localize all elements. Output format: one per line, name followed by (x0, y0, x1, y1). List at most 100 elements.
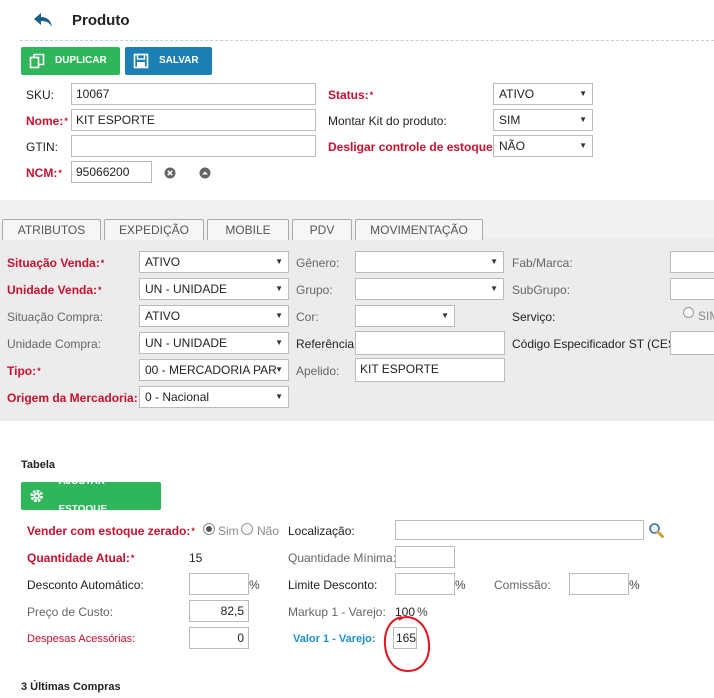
gear-icon (30, 489, 43, 503)
markup-label: Markup 1 - Varejo: (288, 605, 386, 619)
clear-icon[interactable] (164, 167, 176, 179)
status-value: ATIVO (499, 87, 535, 101)
tab-expedicao[interactable]: EXPEDIÇÃO (104, 219, 204, 240)
save-button[interactable]: SALVAR (125, 47, 212, 75)
percent-sign: % (249, 578, 260, 592)
reference-input[interactable] (355, 331, 505, 355)
stock-control-label: Desligar controle de estoque: (328, 140, 501, 154)
service-yes-label: SIM (698, 309, 714, 323)
purchase-unit-label: Unidade Compra: (7, 337, 102, 351)
sale-status-select[interactable]: ATIVO ▼ (139, 251, 289, 273)
cest-input[interactable] (670, 331, 714, 355)
auto-discount-label: Desconto Automático: (27, 578, 144, 592)
kit-label: Montar Kit do produto: (328, 114, 447, 128)
sale-status-label: Situação Venda: (7, 256, 104, 270)
cost-input[interactable]: 82,5 (189, 600, 249, 622)
ncm-input[interactable]: 95066200 (71, 161, 152, 183)
name-input[interactable]: KIT ESPORTE (71, 109, 316, 131)
subgroup-input[interactable] (670, 278, 714, 300)
chevron-down-icon: ▼ (490, 257, 498, 266)
gtin-label: GTIN: (26, 140, 58, 154)
discount-limit-input[interactable] (395, 573, 455, 595)
origin-select[interactable]: 0 - Nacional ▼ (139, 386, 289, 408)
table-section-title: Tabela (21, 459, 56, 471)
color-label: Cor: (296, 310, 319, 324)
adjust-stock-button[interactable]: AJUSTAR ESTOQUE (21, 476, 161, 515)
tab-pdv[interactable]: PDV (292, 219, 352, 240)
purchase-unit-select[interactable]: UN - UNIDADE ▼ (139, 332, 289, 354)
sell-zero-no-label: Não (257, 524, 280, 538)
chevron-down-icon: ▼ (275, 365, 283, 374)
location-input[interactable] (395, 520, 644, 540)
type-label: Tipo: (7, 364, 41, 378)
sale-unit-select[interactable]: UN - UNIDADE ▼ (139, 278, 289, 300)
product-page: Produto DUPLICAR SALVAR SKU: 10067 Nome:… (0, 0, 714, 698)
percent-sign: % (629, 578, 640, 592)
tab-movimentacao[interactable]: MOVIMENTAÇÃO (355, 219, 483, 240)
expand-up-icon[interactable] (199, 167, 211, 179)
current-qty-label: Quantidade Atual: (27, 551, 134, 565)
purchase-status-label: Situação Compra: (7, 310, 104, 324)
gender-select[interactable]: ▼ (355, 251, 504, 273)
chevron-down-icon: ▼ (275, 338, 283, 347)
status-select[interactable]: ATIVO ▼ (493, 83, 593, 105)
search-icon[interactable] (648, 522, 664, 538)
copy-icon (29, 53, 45, 69)
purchase-status-select[interactable]: ATIVO ▼ (139, 305, 289, 327)
location-label: Localização: (288, 524, 355, 538)
nickname-label: Apelido: (296, 364, 340, 378)
chevron-down-icon: ▼ (490, 284, 498, 293)
brand-input[interactable] (670, 251, 714, 273)
purchase-unit-value: UN - UNIDADE (145, 336, 228, 350)
back-arrow-icon[interactable] (32, 11, 54, 29)
auto-discount-input[interactable] (189, 573, 249, 595)
sell-zero-label: Vender com estoque zerado: (27, 524, 195, 538)
group-select[interactable]: ▼ (355, 278, 504, 300)
save-disk-icon (133, 53, 149, 69)
extra-costs-input[interactable]: 0 (189, 627, 249, 649)
gtin-input[interactable] (71, 135, 316, 157)
radio-selected-dot (206, 526, 212, 532)
tab-mobile[interactable]: MOBILE (207, 219, 289, 240)
chevron-down-icon: ▼ (275, 284, 283, 293)
duplicate-label: DUPLICAR (55, 55, 107, 66)
tab-atributos[interactable]: ATRIBUTOS (2, 219, 101, 240)
percent-sign: % (455, 578, 466, 592)
min-qty-label: Quantidade Mínima: (288, 551, 397, 565)
purchase-status-value: ATIVO (145, 309, 181, 323)
sku-input[interactable]: 10067 (71, 83, 316, 105)
sale-unit-label: Unidade Venda: (7, 283, 102, 297)
sku-label: SKU: (26, 88, 55, 102)
chevron-down-icon: ▼ (275, 392, 283, 401)
sell-zero-yes-radio[interactable] (203, 523, 215, 535)
stock-control-select[interactable]: NÃO ▼ (493, 135, 593, 157)
brand-label: Fab/Marca: (512, 256, 573, 270)
gender-label: Gênero: (296, 256, 340, 270)
commission-label: Comissão: (494, 578, 551, 592)
service-label: Serviço: (512, 310, 556, 324)
color-select[interactable]: ▼ (355, 305, 455, 327)
sale-status-value: ATIVO (145, 255, 181, 269)
origin-label: Origem da Mercadoria: (7, 391, 142, 405)
red-circle-annotation (383, 615, 431, 673)
nickname-input[interactable]: KIT ESPORTE (355, 358, 505, 382)
kit-select[interactable]: SIM ▼ (493, 109, 593, 131)
retail-value-label: Valor 1 - Varejo: (293, 633, 376, 645)
extra-costs-label: Despesas Acessórias: (27, 633, 136, 645)
kit-value: SIM (499, 113, 521, 127)
name-label: Nome: (26, 114, 68, 128)
min-qty-input[interactable] (395, 546, 455, 568)
duplicate-button[interactable]: DUPLICAR (21, 47, 120, 75)
ncm-label: NCM: (26, 166, 62, 180)
service-yes-radio[interactable] (683, 307, 694, 318)
chevron-down-icon: ▼ (579, 115, 587, 124)
adjust-stock-label: AJUSTAR ESTOQUE (58, 476, 108, 515)
type-select[interactable]: 00 - MERCADORIA PAR ▼ (139, 359, 289, 381)
commission-input[interactable] (569, 573, 629, 595)
page-title: Produto (72, 12, 130, 29)
chevron-down-icon: ▼ (579, 89, 587, 98)
sell-zero-no-radio[interactable] (241, 523, 253, 535)
reference-label: Referência: (296, 337, 358, 351)
chevron-down-icon: ▼ (441, 311, 449, 320)
subgroup-label: SubGrupo: (512, 283, 571, 297)
